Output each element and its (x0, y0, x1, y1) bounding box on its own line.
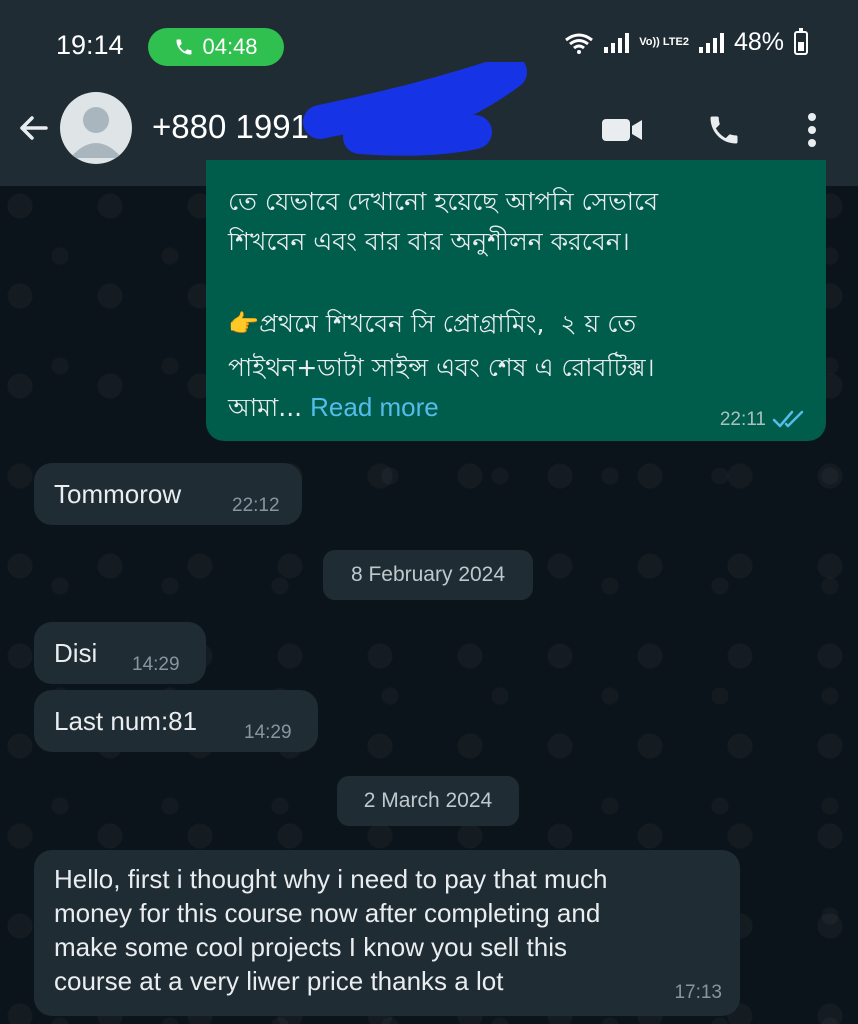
ongoing-call-pill[interactable]: 04:48 (148, 28, 284, 66)
network-type: Vo)) LTE2 (639, 36, 689, 48)
message-time: 22:11 (719, 409, 766, 430)
incoming-message-bubble[interactable]: Disi 14:29 (34, 622, 206, 684)
more-icon (808, 113, 816, 147)
incoming-message-bubble[interactable]: Hello, first i thought why i need to pay… (34, 850, 740, 1016)
battery-percent: 48% (733, 28, 784, 56)
message-line: course at a very liwer price thanks a lo… (54, 966, 504, 996)
double-check-icon (772, 410, 804, 428)
message-text: Disi (54, 638, 98, 668)
video-call-icon (602, 119, 642, 141)
message-text: Last num:81 (54, 706, 198, 736)
status-time: 19:14 (56, 30, 124, 60)
message-line: শিখবেন এবং বার বার অনুশীলন করবেন। (228, 227, 630, 256)
back-arrow-icon[interactable] (16, 110, 52, 146)
incoming-message-bubble[interactable]: Last num:81 14:29 (34, 690, 318, 752)
wifi-icon (565, 33, 594, 54)
message-time: 14:29 (132, 654, 180, 675)
message-line: Hello, first i thought why i need to pay… (54, 864, 608, 894)
phone-icon (176, 39, 192, 55)
status-icons: Vo)) LTE2 48% (564, 27, 808, 57)
message-line: আমা... (228, 393, 303, 422)
incoming-message-bubble[interactable]: Tommorow 22:12 (34, 463, 302, 525)
message-line: তে যেভাবে দেখানো হয়েছে আপনি সেভাবে (228, 187, 658, 216)
battery-icon (794, 27, 808, 55)
call-timer: 04:48 (202, 34, 258, 59)
read-more-link[interactable]: Read more (310, 392, 439, 423)
message-line: পাইথন+ডাটা সাইন্স এবং শেষ এ রোবটিক্স। (228, 353, 655, 382)
avatar-icon (70, 107, 122, 158)
message-line: money for this course now after completi… (54, 898, 601, 928)
signal-icon-2 (698, 32, 724, 53)
more-options-button[interactable] (788, 106, 836, 154)
message-line: 👉প্রথমে শিখবেন সি প্রোগ্রামিং, ২ য় তে (228, 309, 637, 338)
chat-header: 19:14 04:48 Vo)) LTE2 48% +880 1991 (0, 0, 858, 186)
signal-icon (604, 32, 630, 53)
message-text: Tommorow (54, 479, 182, 509)
outgoing-message-bubble[interactable]: তে যেভাবে দেখানো হয়েছে আপনি সেভাবে শিখব… (206, 160, 826, 441)
date-divider: 8 February 2024 (323, 550, 533, 600)
message-time: 22:12 (232, 495, 280, 516)
message-time: 14:29 (244, 722, 292, 743)
message-last-line: আমা... Read more (228, 390, 439, 426)
voice-call-icon (710, 116, 738, 144)
message-time: 17:13 (674, 982, 722, 1003)
video-call-button[interactable] (598, 106, 646, 154)
message-line: make some cool projects I know you sell … (54, 932, 567, 962)
redaction-scribble (303, 62, 527, 156)
contact-name[interactable]: +880 1991 (152, 108, 309, 146)
date-divider: 2 March 2024 (337, 776, 519, 826)
voice-call-button[interactable] (700, 106, 748, 154)
avatar[interactable] (60, 92, 132, 164)
